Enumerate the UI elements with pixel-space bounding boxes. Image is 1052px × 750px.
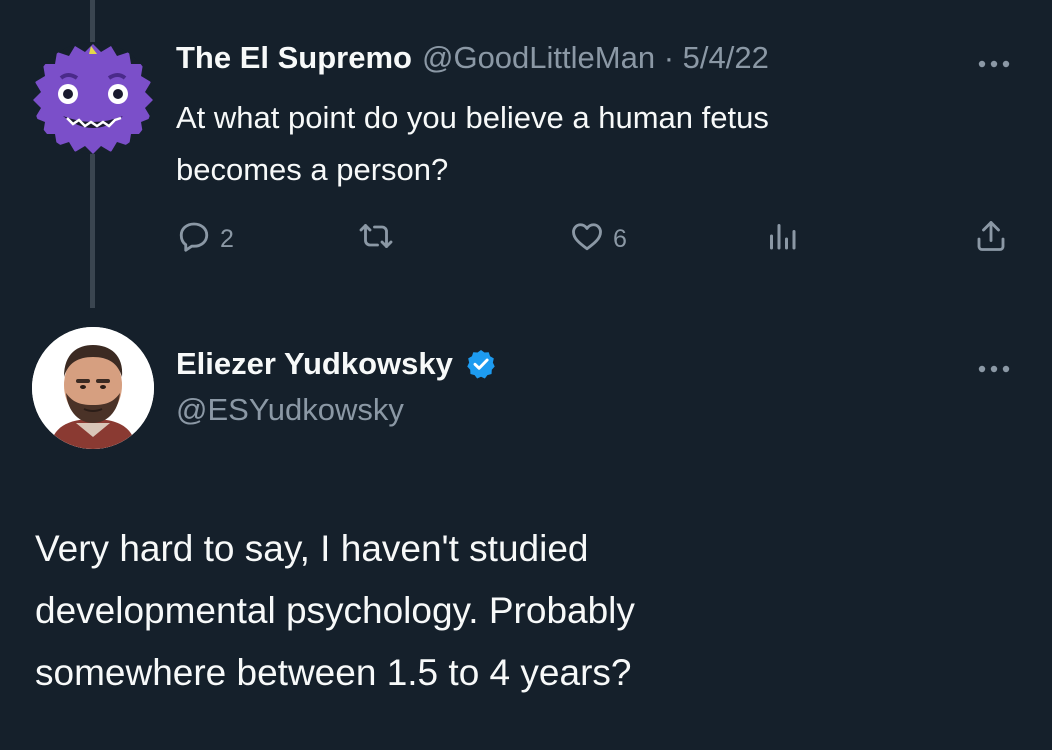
views-icon	[764, 218, 800, 261]
author-name[interactable]: Eliezer Yudkowsky	[176, 346, 453, 382]
tweet-text: At what point do you believe a human fet…	[176, 92, 976, 196]
avatar[interactable]	[33, 42, 153, 154]
author-handle-and-date[interactable]: @GoodLittleMan · 5/4/22	[422, 40, 769, 76]
views-button[interactable]	[764, 218, 800, 261]
tweet-text: Very hard to say, I haven't studied deve…	[35, 518, 1015, 704]
tweet-text-line: Very hard to say, I haven't studied	[35, 528, 589, 569]
tweet-text-line: becomes a person?	[176, 152, 449, 187]
tweet-text-line: At what point do you believe a human fet…	[176, 100, 769, 135]
tweet-header: The El Supremo @GoodLittleMan · 5/4/22	[176, 40, 769, 76]
retweet-button[interactable]	[356, 218, 396, 261]
more-icon[interactable]	[973, 57, 1015, 69]
reply-icon	[176, 218, 212, 261]
tweet-header: Eliezer Yudkowsky	[176, 346, 497, 382]
reply-button[interactable]: 2	[176, 218, 234, 261]
retweet-icon	[356, 218, 396, 261]
like-count: 6	[613, 225, 627, 253]
like-icon	[569, 218, 605, 261]
share-icon	[973, 218, 1009, 261]
reply-count: 2	[220, 225, 234, 253]
verified-badge-icon	[465, 348, 497, 380]
like-button[interactable]: 6	[569, 218, 627, 261]
man-portrait-avatar-image	[32, 327, 154, 449]
author-handle[interactable]: @ESYudkowsky	[176, 392, 404, 428]
author-name[interactable]: The El Supremo	[176, 40, 412, 76]
avatar[interactable]	[32, 327, 154, 449]
purple-monster-avatar-image	[33, 44, 153, 154]
tweet-text-line: developmental psychology. Probably	[35, 590, 635, 631]
tweet-text-line: somewhere between 1.5 to 4 years?	[35, 652, 632, 693]
share-button[interactable]	[973, 218, 1009, 261]
more-icon[interactable]	[973, 362, 1015, 374]
